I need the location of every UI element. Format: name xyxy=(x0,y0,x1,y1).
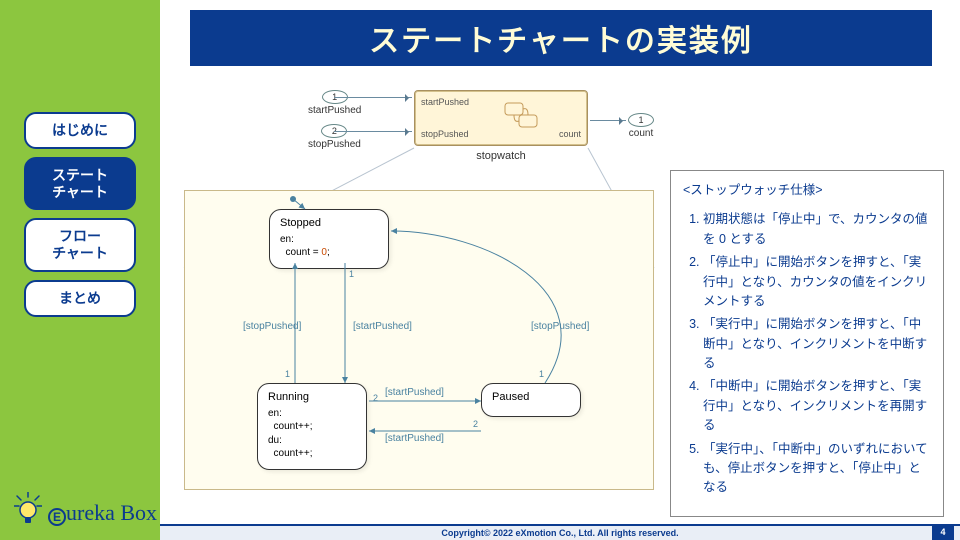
spec-item-2: 「停止中」に開始ボタンを押すと、「実行中」となり、カウンタの値をインクリメントす… xyxy=(703,253,931,311)
spec-list: 初期状態は「停止中」で、カウンタの値を 0 とする 「停止中」に開始ボタンを押す… xyxy=(683,210,931,497)
sidebar: はじめに ステートチャート フローチャート まとめ xyxy=(0,0,160,540)
logo-text: Eureka Box xyxy=(48,502,157,526)
outport-1-num: 1 xyxy=(628,113,654,127)
spec-panel: <ストップウォッチ仕様> 初期状態は「停止中」で、カウンタの値を 0 とする 「… xyxy=(670,170,944,517)
state-stopped-body: en: count = 0; xyxy=(280,233,378,260)
model-block: 1 startPushed 2 stopPushed startPushed s… xyxy=(240,84,700,180)
state-paused: Paused xyxy=(481,383,581,417)
nav-item-statechart[interactable]: ステートチャート xyxy=(24,157,136,211)
page-title: ステートチャートの実装例 xyxy=(369,16,753,60)
spec-title: <ストップウォッチ仕様> xyxy=(683,181,931,200)
wire-out1 xyxy=(590,120,626,121)
inport-1: 1 startPushed xyxy=(308,90,361,116)
logo-initial: E xyxy=(48,508,66,526)
spec-item-3: 「実行中」に開始ボタンを押すと、「中断中」となり、インクリメントを中断する xyxy=(703,315,931,373)
transitions xyxy=(185,191,655,491)
nav-item-intro[interactable]: はじめに xyxy=(24,112,136,149)
prio-2a: 2 xyxy=(373,393,378,403)
copyright: Copyright© 2022 eXmotion Co., Ltd. All r… xyxy=(441,528,678,538)
wire-in1 xyxy=(334,97,412,98)
label-startPushed-right: [startPushed] xyxy=(385,387,444,398)
content: 1 startPushed 2 stopPushed startPushed s… xyxy=(170,78,950,518)
state-running-body: en: count++;du: count++; xyxy=(268,407,356,461)
footer: Copyright© 2022 eXmotion Co., Ltd. All r… xyxy=(160,524,960,540)
inport-1-label: startPushed xyxy=(308,105,361,116)
state-paused-name: Paused xyxy=(492,390,570,405)
block-in1: startPushed xyxy=(421,97,469,107)
label-startPushed-down: [startPushed] xyxy=(353,321,412,332)
logo: Eureka Box xyxy=(14,492,157,526)
state-running: Running en: count++;du: count++; xyxy=(257,383,367,470)
prio-1b: 1 xyxy=(349,269,354,279)
lightbulb-icon xyxy=(14,492,42,526)
stateflow-block: startPushed stopPushed count xyxy=(414,90,588,146)
label-startPushed-left: [startPushed] xyxy=(385,433,444,444)
nav: はじめに ステートチャート フローチャート まとめ xyxy=(24,112,136,317)
label-stopPushed-arc: [stopPushed] xyxy=(531,321,589,332)
state-stopped: Stopped en: count = 0; xyxy=(269,209,389,269)
nav-item-flowchart[interactable]: フローチャート xyxy=(24,218,136,272)
inport-2-label: stopPushed xyxy=(308,139,361,150)
spec-item-5: 「実行中」、「中断中」のいずれにおいても、停止ボタンを押すと、「停止中」となる xyxy=(703,440,931,498)
outport-1-label: count xyxy=(629,128,653,139)
state-stopped-name: Stopped xyxy=(280,216,378,231)
statechart-icon xyxy=(503,101,543,131)
block-label: stopwatch xyxy=(414,150,588,162)
wire-in2 xyxy=(334,131,412,132)
block-in2: stopPushed xyxy=(421,129,469,139)
label-stopPushed-left: [stopPushed] xyxy=(243,321,301,332)
spec-item-4: 「中断中」に開始ボタンを押すと、「実行中」となり、インクリメントを再開する xyxy=(703,377,931,435)
prio-1a: 1 xyxy=(285,369,290,379)
prio-2b: 2 xyxy=(473,419,478,429)
outport-1: 1 count xyxy=(628,113,654,139)
inport-2: 2 stopPushed xyxy=(308,124,361,150)
prio-1c: 1 xyxy=(539,369,544,379)
nav-item-summary[interactable]: まとめ xyxy=(24,280,136,317)
state-diagram: Stopped en: count = 0; Running en: count… xyxy=(184,190,654,490)
title-bar: ステートチャートの実装例 xyxy=(190,10,932,66)
state-running-name: Running xyxy=(268,390,356,405)
logo-word: ureka Box xyxy=(66,500,157,525)
spec-item-1: 初期状態は「停止中」で、カウンタの値を 0 とする xyxy=(703,210,931,249)
block-out1: count xyxy=(559,129,581,139)
slide: はじめに ステートチャート フローチャート まとめ xyxy=(0,0,960,540)
page-number: 4 xyxy=(932,524,954,540)
